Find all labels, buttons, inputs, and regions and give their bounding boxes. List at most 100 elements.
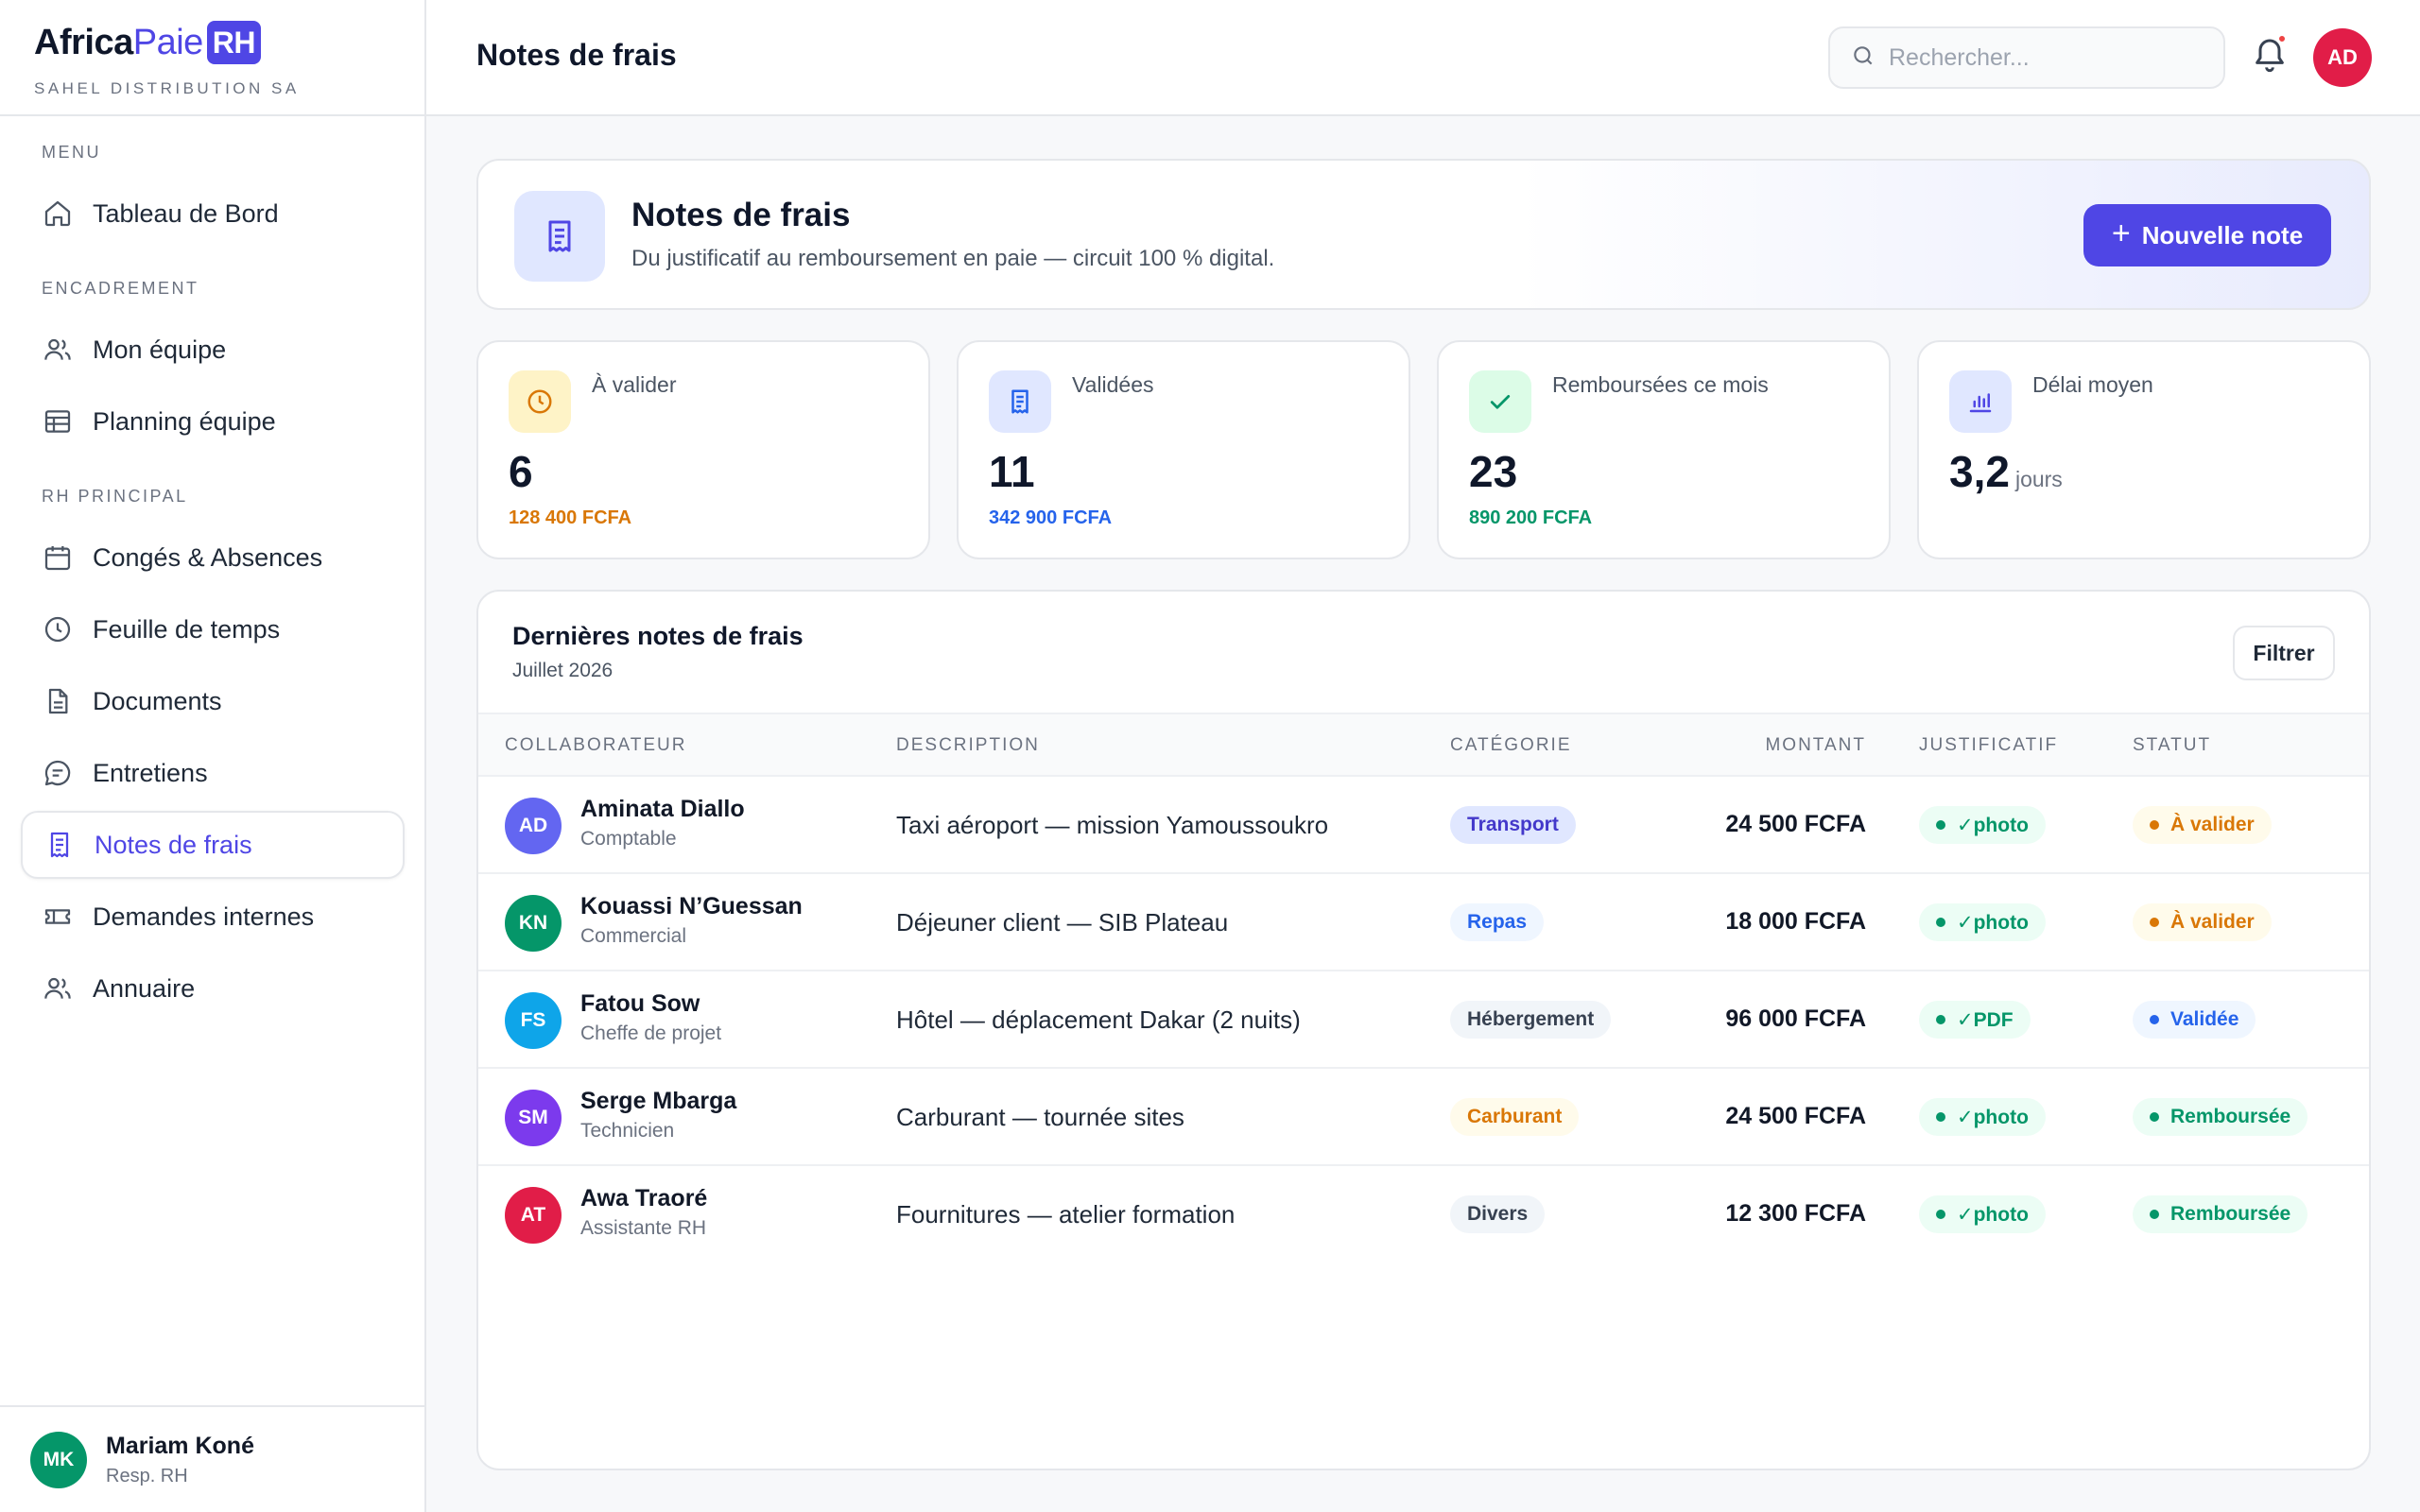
sidebar-item-label: Mon équipe [93, 335, 227, 364]
users-icon [42, 334, 74, 366]
sidebar-item-mon-equipe[interactable]: Mon équipe [21, 316, 405, 384]
sidebar-item-planning-equipe[interactable]: Planning équipe [21, 387, 405, 455]
sidebar-item-label: Tableau de Bord [93, 198, 279, 228]
column-header-collaborateur[interactable]: COLLABORATEUR [505, 735, 686, 756]
user-name: Mariam Koné [106, 1432, 254, 1459]
receipt-icon [989, 370, 1051, 433]
sidebar-item-demandes-internes[interactable]: Demandes internes [21, 883, 405, 951]
column-header-statut[interactable]: STATUT [2133, 735, 2211, 756]
search-input[interactable] [1889, 43, 2201, 72]
column-header-montant[interactable]: MONTANT [1765, 735, 1866, 756]
table-row[interactable]: AD Aminata Diallo Comptable Taxi aéropor… [478, 777, 2369, 874]
logo-text-paie: Paie [132, 22, 204, 62]
receipt-icon [43, 829, 76, 861]
stat-card-validees: Validées 11 342 900 FCFA [957, 340, 1410, 559]
stat-value: 23 [1469, 447, 1518, 496]
stat-card-a-valider: À valider 6 128 400 FCFA [476, 340, 930, 559]
sidebar-item-label: Notes de frais [95, 830, 252, 859]
expense-description: Fournitures — atelier formation [896, 1200, 1236, 1228]
column-header-description[interactable]: DESCRIPTION [896, 735, 1040, 756]
expense-amount: 18 000 FCFA [1725, 908, 1866, 935]
filter-button[interactable]: Filtrer [2233, 626, 2335, 680]
employee-role: Assistante RH [580, 1217, 707, 1239]
dot-icon [1936, 1210, 1945, 1219]
column-header-justificatif[interactable]: JUSTIFICATIF [1919, 735, 2058, 756]
table-row[interactable]: AT Awa Traoré Assistante RH Fournitures … [478, 1166, 2369, 1263]
table-row[interactable]: KN Kouassi N’Guessan Commercial Déjeuner… [478, 874, 2369, 971]
proof-badge[interactable]: ✓photo [1919, 903, 2046, 941]
expense-table-card: Dernières notes de frais Juillet 2026 Fi… [476, 590, 2371, 1470]
column-header-categorie[interactable]: CATÉGORIE [1450, 735, 1572, 756]
employee-name: Serge Mbarga [580, 1088, 737, 1114]
proof-label: ✓photo [1957, 814, 2029, 836]
sidebar-item-entretiens[interactable]: Entretiens [21, 739, 405, 807]
stat-value: 11 [989, 447, 1035, 496]
sidebar-item-tableau-de-bord[interactable]: Tableau de Bord [21, 180, 405, 248]
notifications-button[interactable] [2251, 34, 2292, 76]
sidebar-item-documents[interactable]: Documents [21, 667, 405, 735]
check-icon [1469, 370, 1531, 433]
status-label: Remboursée [2170, 1203, 2291, 1225]
avatar: AD [505, 798, 562, 854]
clock-icon [509, 370, 571, 433]
proof-badge[interactable]: ✓photo [1919, 1195, 2046, 1233]
sidebar-item-feuille-de-temps[interactable]: Feuille de temps [21, 595, 405, 663]
table-subtitle: Juillet 2026 [512, 660, 614, 681]
status-badge: À valider [2133, 806, 2272, 844]
stat-label: Délai moyen [2032, 372, 2153, 397]
table-row[interactable]: SM Serge Mbarga Technicien Carburant — t… [478, 1069, 2369, 1166]
table-title: Dernières notes de frais [512, 622, 804, 650]
stat-value: 3,2 jours [1949, 446, 2063, 497]
sidebar-item-notes-de-frais[interactable]: Notes de frais [21, 811, 405, 879]
new-note-button[interactable]: + Nouvelle note [2083, 204, 2331, 266]
avatar: FS [505, 992, 562, 1049]
company-name: SAHEL DISTRIBUTION SA [34, 79, 300, 97]
avatar: KN [505, 895, 562, 952]
users-icon [42, 972, 74, 1005]
stat-unit: jours [2014, 467, 2063, 491]
status-badge: À valider [2133, 903, 2272, 941]
page-title: Notes de frais [476, 38, 677, 72]
employee-role: Technicien [580, 1120, 675, 1142]
proof-label: ✓photo [1957, 1203, 2029, 1226]
employee-name: Kouassi N’Guessan [580, 893, 803, 919]
stat-label: À valider [592, 372, 677, 397]
table-header: COLLABORATEUR DESCRIPTION CATÉGORIE MONT… [478, 713, 2369, 777]
stat-value: 6 [509, 447, 533, 496]
proof-badge[interactable]: ✓photo [1919, 806, 2046, 844]
dot-icon [2150, 1112, 2159, 1122]
logo-badge-rh: RH [206, 21, 261, 64]
avatar[interactable]: AD [2313, 28, 2372, 87]
table-icon [42, 405, 74, 438]
dot-icon [2150, 1015, 2159, 1024]
section-label-encadrement: ENCADREMENT [42, 279, 199, 298]
dot-icon [2150, 820, 2159, 830]
sidebar-item-annuaire[interactable]: Annuaire [21, 954, 405, 1022]
expense-description: Carburant — tournée sites [896, 1103, 1184, 1131]
bell-icon [2251, 39, 2289, 79]
status-label: Remboursée [2170, 1106, 2291, 1127]
current-user[interactable]: MK Mariam Koné Resp. RH [0, 1405, 426, 1512]
sidebar-item-label: Planning équipe [93, 406, 276, 436]
brand: Africa Paie RH SAHEL DISTRIBUTION SA [0, 0, 424, 116]
status-badge: Remboursée [2133, 1098, 2308, 1136]
expense-amount: 24 500 FCFA [1725, 811, 1866, 837]
expense-description: Taxi aéroport — mission Yamoussoukro [896, 811, 1329, 839]
employee-name: Fatou Sow [580, 990, 700, 1017]
category-badge: Repas [1450, 903, 1545, 941]
proof-badge[interactable]: ✓PDF [1919, 1001, 2031, 1039]
logo-text-africa: Africa [34, 22, 133, 62]
stat-card-remboursees: Remboursées ce mois 23 890 200 FCFA [1437, 340, 1891, 559]
dot-icon [1936, 1112, 1945, 1122]
category-badge: Divers [1450, 1195, 1546, 1233]
sidebar-item-conges-absences[interactable]: Congés & Absences [21, 524, 405, 592]
topbar: Notes de frais AD [426, 0, 2420, 116]
table-row[interactable]: FS Fatou Sow Cheffe de projet Hôtel — dé… [478, 971, 2369, 1069]
app-logo[interactable]: Africa Paie RH [34, 19, 424, 66]
expense-description: Hôtel — déplacement Dakar (2 nuits) [896, 1005, 1301, 1034]
search-box[interactable] [1828, 26, 2225, 89]
sidebar-item-label: Entretiens [93, 758, 208, 787]
sidebar-item-label: Documents [93, 686, 222, 715]
notification-dot [2277, 34, 2287, 43]
proof-badge[interactable]: ✓photo [1919, 1098, 2046, 1136]
